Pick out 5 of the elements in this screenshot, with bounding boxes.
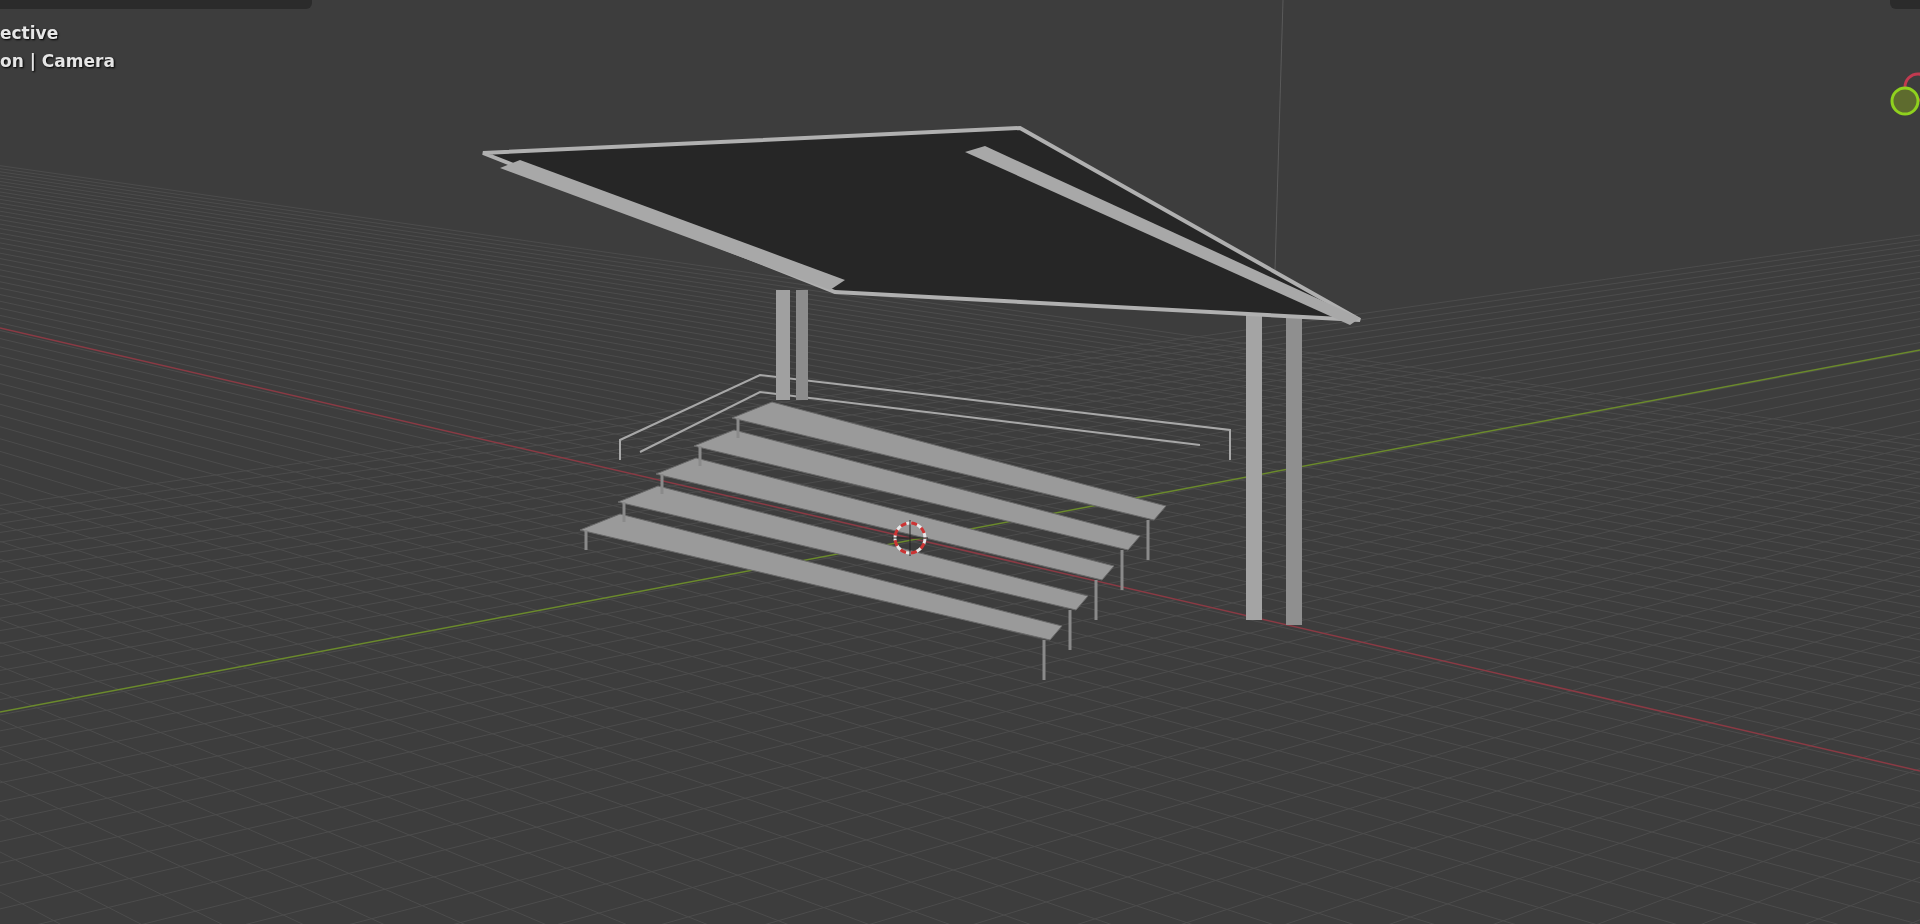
viewport-info-text: on | Camera xyxy=(0,50,115,72)
3d-viewport[interactable]: ective on | Camera xyxy=(0,0,1920,924)
viewport-info-text: ective xyxy=(0,22,60,44)
3d-cursor-icon[interactable] xyxy=(891,519,929,557)
gizmo-handle-icon[interactable] xyxy=(1890,86,1920,116)
